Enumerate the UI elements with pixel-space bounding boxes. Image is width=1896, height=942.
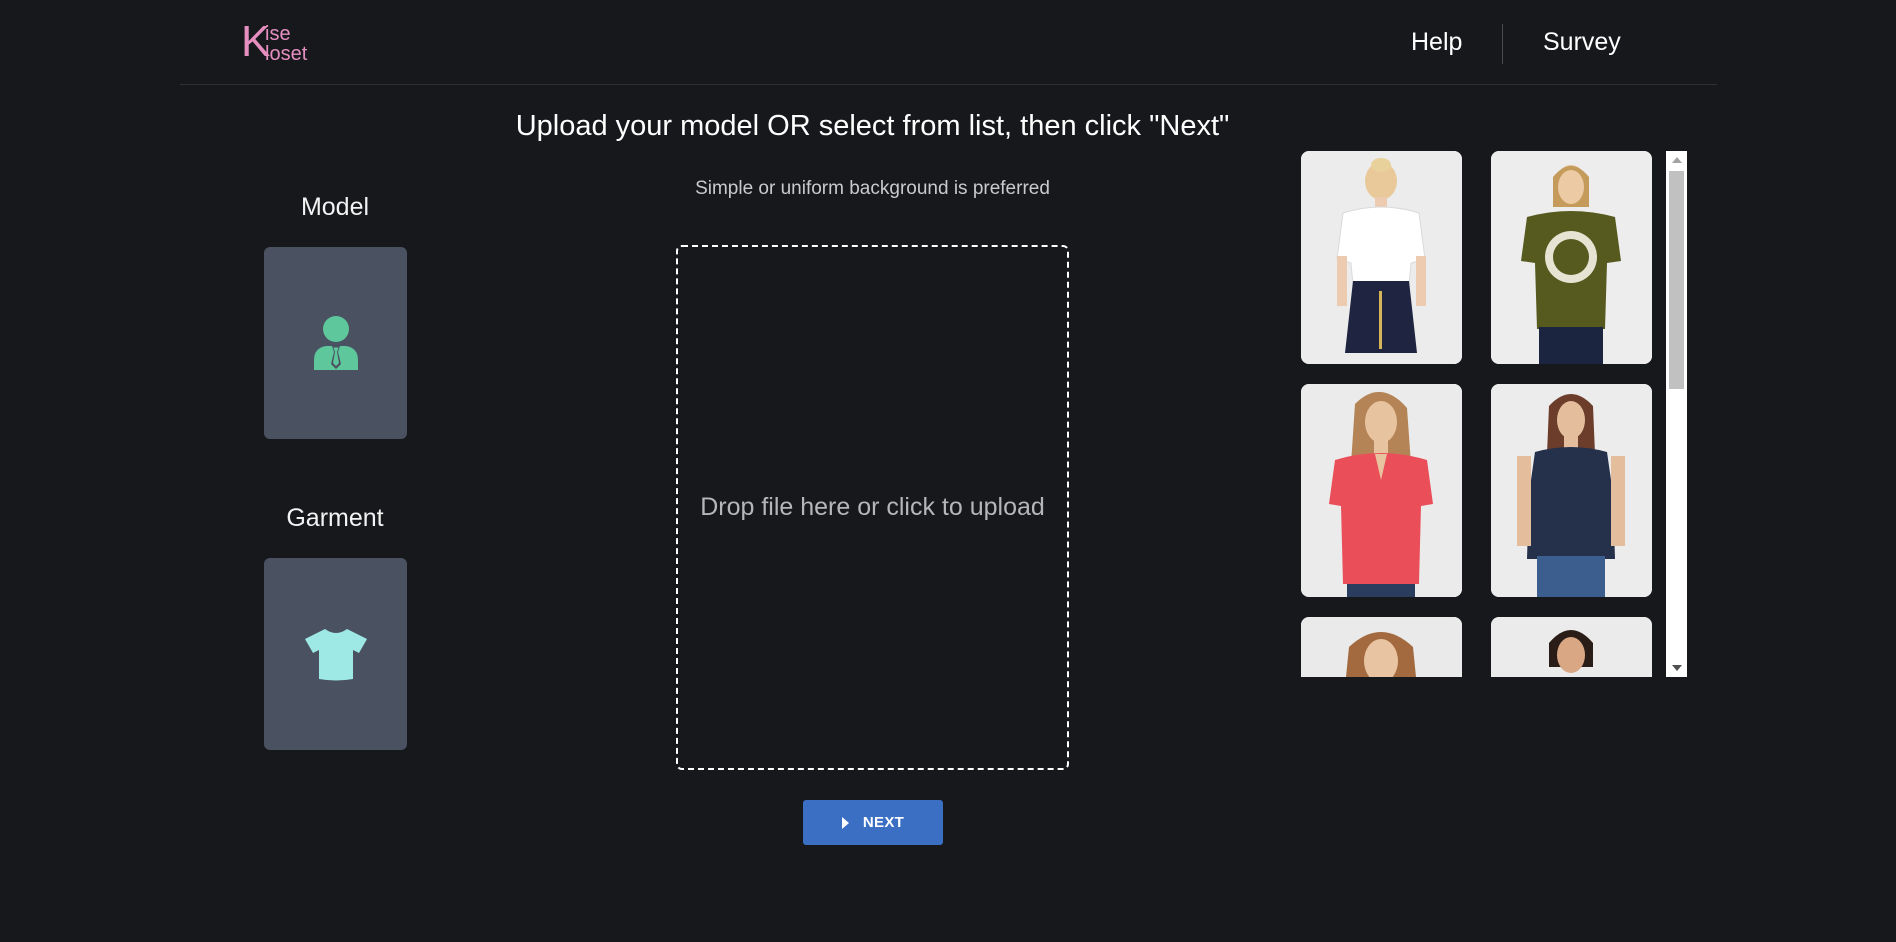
model-photo [1491, 151, 1652, 364]
scroll-down-arrow-icon[interactable] [1666, 659, 1687, 677]
next-button-label: NEXT [862, 814, 905, 831]
gallery-item-2[interactable] [1491, 151, 1652, 364]
logo-line-1: ise [265, 23, 291, 45]
next-button[interactable]: NEXT [803, 800, 943, 845]
page-subtitle: Simple or uniform background is preferre… [695, 178, 1050, 199]
gallery-item-3[interactable] [1301, 384, 1462, 597]
person-tie-icon [313, 316, 358, 370]
kise-kloset-logo[interactable]: K ise loset [241, 20, 331, 66]
page-title: Upload your model OR select from list, t… [515, 110, 1230, 142]
gallery-scrollbar[interactable] [1666, 151, 1687, 677]
scroll-up-arrow-icon[interactable] [1666, 151, 1687, 169]
model-label: Model [300, 193, 370, 221]
scrollbar-thumb[interactable] [1669, 171, 1684, 389]
model-photo [1491, 384, 1652, 597]
gallery-item-5[interactable] [1301, 617, 1462, 677]
model-photo [1301, 617, 1462, 677]
model-photo [1301, 151, 1462, 364]
file-dropzone[interactable]: Drop file here or click to upload [676, 245, 1069, 770]
play-icon [841, 816, 849, 829]
top-header: K ise loset Help Survey [180, 0, 1717, 85]
model-card[interactable] [264, 247, 407, 439]
gallery-item-6[interactable] [1491, 617, 1652, 677]
model-gallery[interactable] [1301, 151, 1687, 677]
nav-help-link[interactable]: Help [1411, 28, 1462, 57]
gallery-item-4[interactable] [1491, 384, 1652, 597]
model-photo [1301, 384, 1462, 597]
garment-label: Garment [286, 504, 384, 532]
model-photo [1491, 617, 1652, 677]
nav-survey-link[interactable]: Survey [1543, 28, 1621, 57]
gallery-item-1[interactable] [1301, 151, 1462, 364]
dropzone-text: Drop file here or click to upload [700, 493, 1045, 521]
garment-card[interactable] [264, 558, 407, 750]
tshirt-icon [304, 629, 367, 681]
nav-divider [1502, 24, 1503, 64]
logo-line-2: loset [265, 43, 308, 65]
